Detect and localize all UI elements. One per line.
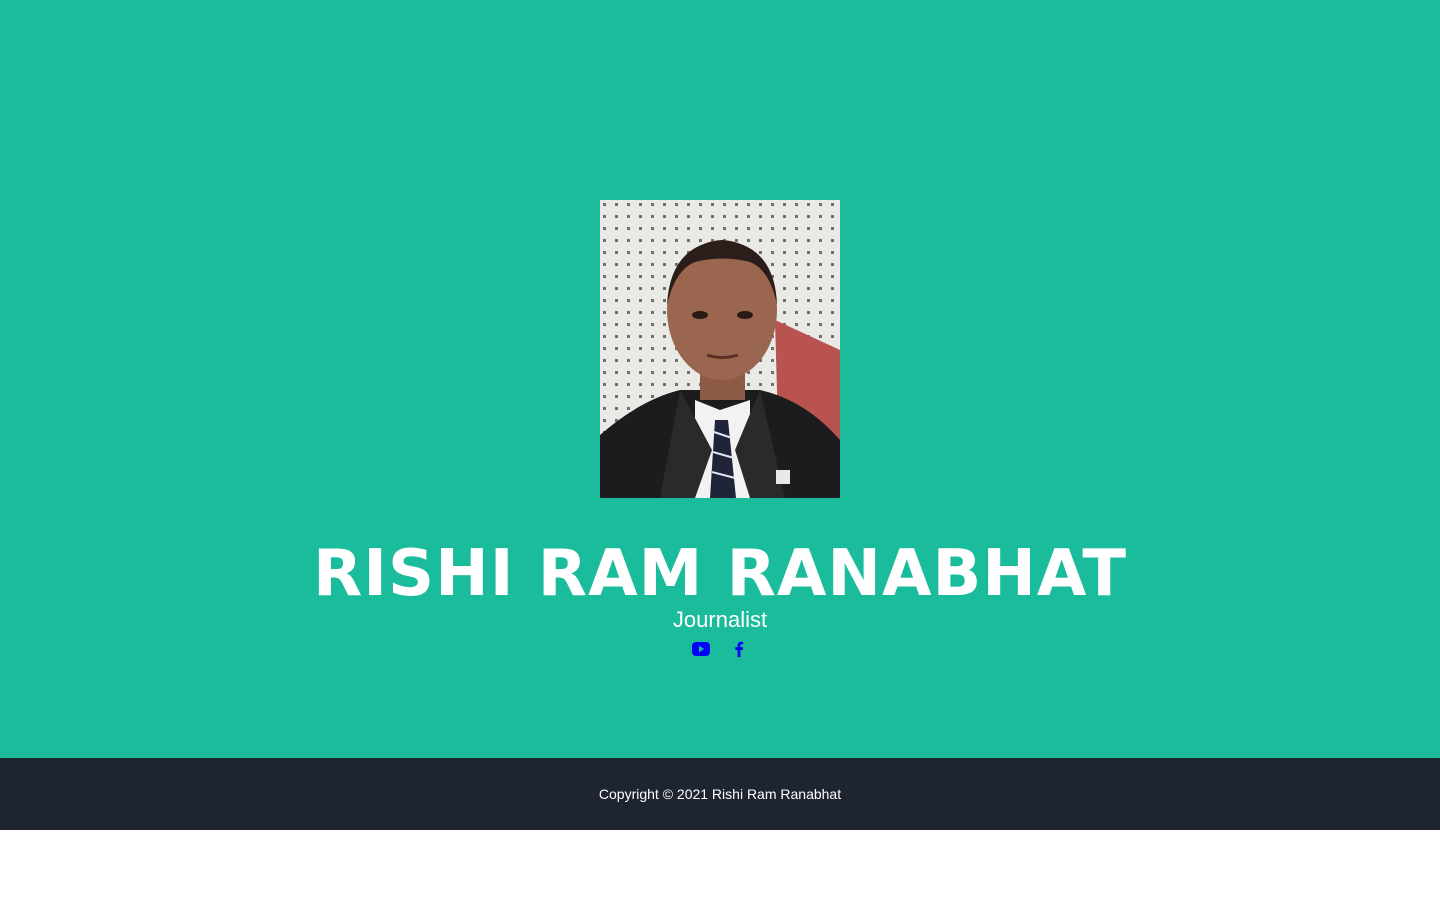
copyright-text: Copyright © 2021 Rishi Ram Ranabhat <box>598 786 842 802</box>
facebook-link[interactable] <box>730 640 748 658</box>
hero-section: RISHI RAM RANABHAT Journalist <box>0 0 1440 758</box>
profile-name: RISHI RAM RANABHAT <box>312 537 1128 611</box>
youtube-link[interactable] <box>692 640 710 658</box>
footer: Copyright © 2021 Rishi Ram Ranabhat <box>0 758 1440 830</box>
profile-role: Journalist <box>672 607 768 632</box>
social-links <box>0 640 1440 660</box>
youtube-icon <box>692 642 710 656</box>
facebook-icon <box>735 641 744 657</box>
profile-photo <box>600 200 840 498</box>
